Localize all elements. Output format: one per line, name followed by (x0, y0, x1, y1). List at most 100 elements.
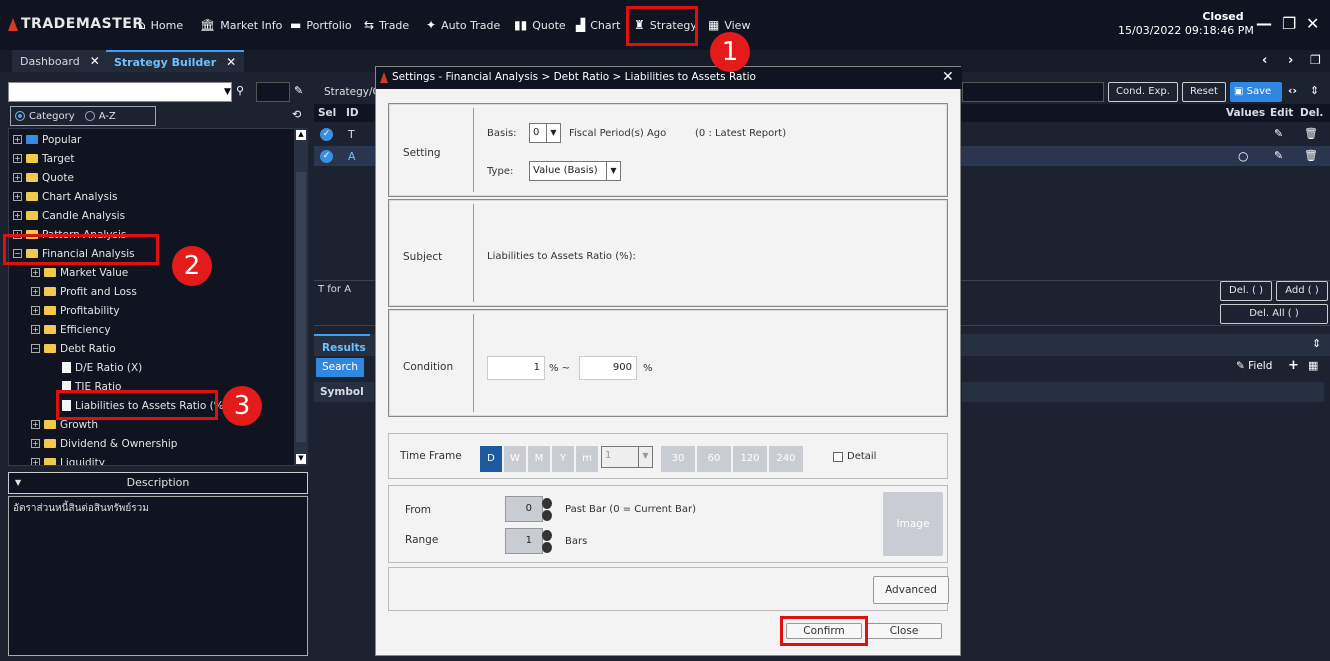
nav-chart[interactable]: ▟ Chart (576, 18, 620, 32)
expand-toggle-icon[interactable]: + (13, 173, 22, 182)
tf-month-button[interactable]: M (528, 446, 550, 472)
tree-item[interactable]: + Market Value (31, 263, 128, 282)
plus-icon[interactable]: + (1288, 358, 1299, 373)
tf-year-button[interactable]: Y (552, 446, 574, 472)
tf-day-button[interactable]: D (480, 446, 502, 472)
stepper-down-icon[interactable] (542, 510, 552, 521)
nav-home[interactable]: ⌂ Home (138, 18, 183, 32)
range-stepper[interactable]: 1 (505, 528, 552, 554)
expand-toggle-icon[interactable]: + (31, 268, 40, 277)
tab-strategy-builder[interactable]: Strategy Builder ✕ (106, 50, 245, 72)
nav-quote[interactable]: ▮▮ Quote (514, 18, 566, 32)
tab-dashboard[interactable]: Dashboard ✕ (12, 50, 108, 72)
tree-scrollbar[interactable]: ▲ ▼ (294, 128, 308, 466)
tree-item[interactable]: − Debt Ratio (31, 339, 116, 358)
stepper-up-icon[interactable] (542, 498, 552, 509)
add-paren-button[interactable]: Add ( ) (1276, 281, 1328, 301)
nav-auto-trade[interactable]: ✦ Auto Trade (426, 18, 500, 32)
expand-toggle-icon[interactable]: + (31, 287, 40, 296)
search-button[interactable]: Search (316, 358, 364, 377)
tree-item[interactable]: + Target (13, 149, 74, 168)
tf-30-button[interactable]: 30 (661, 446, 695, 472)
check-icon[interactable]: ✓ (320, 150, 333, 163)
cond-exp-button[interactable]: Cond. Exp. (1108, 82, 1178, 102)
stepper-down-icon[interactable] (542, 542, 552, 553)
expand-toggle-icon[interactable]: + (13, 211, 22, 220)
circle-icon[interactable]: ○ (1238, 149, 1248, 163)
trash-icon[interactable]: 🗑 (1304, 127, 1318, 140)
tree-item[interactable]: + Profitability (31, 301, 120, 320)
tree-item[interactable]: + Chart Analysis (13, 187, 117, 206)
tree-item[interactable]: + Quote (13, 168, 74, 187)
del-all-paren-button[interactable]: Del. All ( ) (1220, 304, 1328, 324)
close-icon[interactable]: ✕ (942, 69, 954, 85)
nav-trade[interactable]: ⇆ Trade (364, 18, 409, 32)
chevron-left-icon[interactable]: ‹ (1262, 53, 1267, 68)
description-header[interactable]: ▼ Description (8, 472, 308, 494)
stepper-up-icon[interactable] (542, 530, 552, 541)
expand-toggle-icon[interactable]: + (31, 420, 40, 429)
tree-item[interactable]: + Profit and Loss (31, 282, 137, 301)
qr-icon[interactable]: ▦ (1308, 359, 1318, 372)
tf-minute-button[interactable]: m (576, 446, 598, 472)
tf-120-button[interactable]: 120 (733, 446, 767, 472)
close-icon[interactable]: ✕ (1306, 14, 1319, 33)
expand-icon[interactable]: ⇕ (1312, 337, 1321, 350)
from-stepper[interactable]: 0 (505, 496, 552, 522)
condition-expression-input[interactable] (962, 82, 1104, 102)
radio-category[interactable] (15, 111, 25, 121)
edit-icon[interactable]: ✎ (1274, 127, 1283, 140)
tree-item[interactable]: + Liquidity (31, 453, 105, 465)
tf-240-button[interactable]: 240 (769, 446, 803, 472)
wrench-icon[interactable]: ✎ (294, 84, 303, 97)
condition-max-input[interactable]: 900 (579, 356, 637, 380)
tf-week-button[interactable]: W (504, 446, 526, 472)
tf-60-button[interactable]: 60 (697, 446, 731, 472)
expand-toggle-icon[interactable]: + (13, 192, 22, 201)
save-button[interactable]: ▣ Save (1230, 82, 1282, 102)
expand-toggle-icon[interactable]: − (31, 344, 40, 353)
nav-market-info[interactable]: 🏛 Market Info (200, 18, 282, 32)
nav-portfolio[interactable]: ▬ Portfolio (290, 18, 352, 32)
trash-icon[interactable]: 🗑 (1304, 149, 1318, 162)
chevron-right-icon[interactable]: › (1288, 53, 1293, 68)
code-icon[interactable]: ‹› (1288, 84, 1297, 97)
search-icon[interactable]: ⚲ (236, 84, 244, 97)
reset-button[interactable]: Reset (1182, 82, 1226, 102)
edit-icon[interactable]: ✎ (1274, 149, 1283, 162)
advanced-button[interactable]: Advanced (873, 576, 949, 604)
condition-min-input[interactable]: 1 (487, 356, 545, 380)
close-tab-icon[interactable]: ✕ (90, 54, 100, 68)
expand-toggle-icon[interactable]: + (31, 439, 40, 448)
expand-toggle-icon[interactable]: + (31, 306, 40, 315)
image-placeholder[interactable]: Image (883, 492, 943, 556)
close-tab-icon[interactable]: ✕ (226, 55, 236, 69)
close-button[interactable]: Close (866, 623, 942, 639)
expand-toggle-icon[interactable]: + (31, 458, 40, 465)
expand-toggle-icon[interactable]: + (13, 135, 22, 144)
caret-down-icon[interactable]: ▼ (15, 473, 21, 493)
nav-view[interactable]: ▦ View (708, 18, 750, 32)
tree-item[interactable]: D/E Ratio (X) (49, 358, 142, 377)
del-paren-button[interactable]: Del. ( ) (1220, 281, 1272, 301)
popout-icon[interactable]: ❐ (1310, 53, 1321, 67)
type-select[interactable]: Value (Basis) ▼ (529, 161, 621, 181)
chevron-down-icon[interactable]: ▼ (224, 87, 231, 97)
radio-az[interactable] (84, 111, 95, 121)
search-box-small[interactable] (256, 82, 290, 102)
basis-select[interactable]: 0 ▼ (529, 123, 561, 143)
tab-results[interactable]: Results (314, 334, 370, 356)
tree-item[interactable]: + Dividend & Ownership (31, 434, 177, 453)
tree-item[interactable]: + Popular (13, 130, 81, 149)
detail-checkbox[interactable] (833, 452, 843, 462)
tree-item[interactable]: + Efficiency (31, 320, 111, 339)
restore-icon[interactable]: ❐ (1282, 14, 1296, 33)
check-icon[interactable]: ✓ (320, 128, 333, 141)
refresh-icon[interactable]: ⟲ (292, 108, 301, 121)
search-input[interactable] (8, 82, 232, 102)
minimize-icon[interactable]: — (1256, 14, 1272, 33)
sort-icon[interactable]: ⇕ (1310, 84, 1319, 97)
minute-select[interactable]: 1 ▼ (601, 446, 653, 468)
field-button[interactable]: ✎ Field (1236, 360, 1272, 372)
tree-item[interactable]: + Candle Analysis (13, 206, 125, 225)
